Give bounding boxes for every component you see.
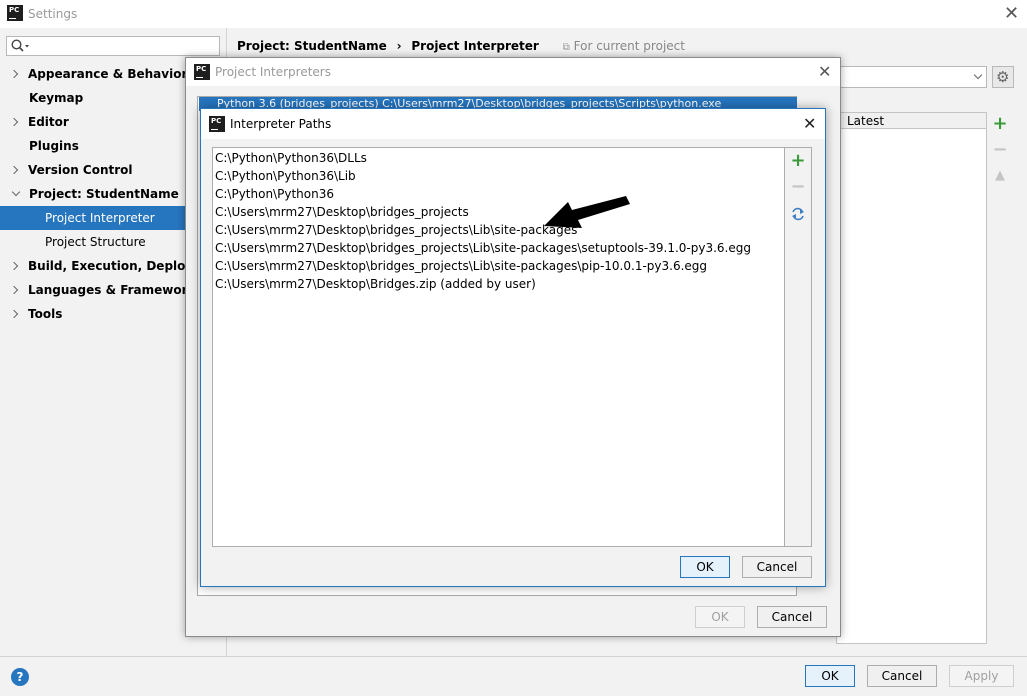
- chevron-right-icon: [9, 285, 19, 295]
- sidebar-item-project-interpreter[interactable]: Project Interpreter: [0, 206, 186, 230]
- upgrade-package-icon[interactable]: ▲: [990, 166, 1010, 186]
- packages-toolbar: + − ▲: [988, 112, 1014, 644]
- breadcrumb-project: Project: StudentName: [237, 39, 387, 53]
- paths-cancel-button[interactable]: Cancel: [742, 556, 812, 578]
- pycharm-logo-icon: PC: [209, 116, 225, 132]
- dialog-title: Project Interpreters: [215, 65, 331, 79]
- paths-ok-button[interactable]: OK: [680, 556, 730, 578]
- path-item[interactable]: C:\Python\Python36\Lib: [215, 167, 356, 185]
- path-item[interactable]: C:\Users\mrm27\Desktop\bridges_projects\…: [215, 239, 751, 257]
- interpreter-dropdown[interactable]: [836, 66, 987, 88]
- packages-table[interactable]: [836, 112, 987, 644]
- help-icon[interactable]: ?: [11, 668, 29, 686]
- chevron-right-icon: [9, 261, 19, 271]
- copy-icon: ⧉: [562, 42, 570, 53]
- interpreter-paths-title-bar: PC Interpreter Paths ✕: [201, 109, 825, 139]
- remove-package-icon[interactable]: −: [990, 140, 1010, 160]
- breadcrumb: Project: StudentName › Project Interpret…: [237, 39, 685, 53]
- path-item[interactable]: C:\Users\mrm27\Desktop\bridges_projects\…: [215, 221, 577, 239]
- settings-apply-button[interactable]: Apply: [949, 665, 1014, 687]
- path-item[interactable]: C:\Users\mrm27\Desktop\Bridges.zip (adde…: [215, 275, 536, 293]
- settings-title-bar: PC Settings ✕: [0, 0, 1027, 28]
- remove-path-icon[interactable]: −: [788, 177, 808, 197]
- window-title: Settings: [28, 7, 78, 21]
- settings-search-input[interactable]: [6, 36, 220, 56]
- add-package-icon[interactable]: +: [990, 114, 1010, 134]
- close-dialog-icon[interactable]: ✕: [818, 63, 831, 81]
- breadcrumb-scope: For current project: [573, 39, 685, 53]
- sidebar-item-build-execution-deployment[interactable]: Build, Execution, Deployment: [0, 254, 186, 278]
- settings-ok-button[interactable]: OK: [805, 665, 855, 687]
- close-window-icon[interactable]: ✕: [1004, 5, 1019, 23]
- chevron-down-icon: [973, 70, 983, 80]
- interpreter-settings-button[interactable]: ⚙: [992, 66, 1014, 88]
- add-path-icon[interactable]: +: [788, 151, 808, 171]
- annotation-arrow-icon: [544, 196, 630, 228]
- close-dialog-icon[interactable]: ✕: [803, 115, 816, 133]
- interpreters-ok-button[interactable]: OK: [695, 606, 745, 628]
- chevron-right-icon: [9, 165, 19, 175]
- breadcrumb-page: Project Interpreter: [411, 39, 539, 53]
- settings-cancel-button[interactable]: Cancel: [867, 665, 937, 687]
- chevron-down-icon: [11, 187, 21, 197]
- path-item[interactable]: C:\Python\Python36: [215, 185, 334, 203]
- chevron-right-icon: [9, 309, 19, 319]
- reload-paths-icon[interactable]: [790, 206, 806, 222]
- table-header-latest[interactable]: Latest: [837, 113, 986, 129]
- path-item[interactable]: C:\Python\Python36\DLLs: [215, 149, 367, 167]
- breadcrumb-separator: ›: [396, 39, 402, 53]
- dialog-title: Interpreter Paths: [230, 117, 332, 131]
- paths-toolbar: + −: [785, 147, 812, 547]
- pycharm-logo-icon: PC: [194, 64, 210, 80]
- gear-icon: ⚙: [996, 68, 1010, 86]
- path-item[interactable]: C:\Users\mrm27\Desktop\bridges_projects: [215, 203, 469, 221]
- pycharm-logo-icon: PC: [7, 5, 23, 21]
- search-icon: [11, 39, 29, 52]
- chevron-right-icon: [9, 69, 19, 79]
- project-interpreters-title-bar: PC Project Interpreters ✕: [186, 58, 840, 86]
- interpreters-cancel-button[interactable]: Cancel: [757, 606, 827, 628]
- chevron-right-icon: [9, 117, 19, 127]
- path-item[interactable]: C:\Users\mrm27\Desktop\bridges_projects\…: [215, 257, 707, 275]
